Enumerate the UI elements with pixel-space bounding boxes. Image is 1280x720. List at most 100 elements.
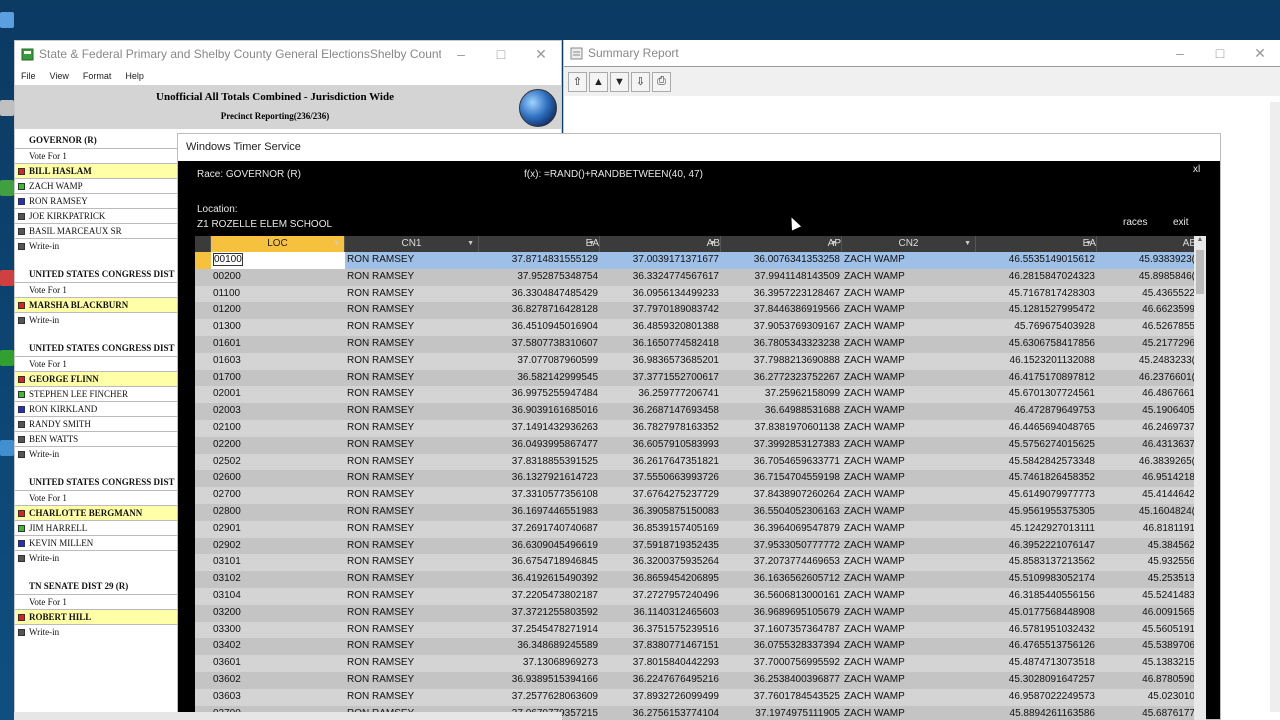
table-cell[interactable]: 37.3721255803592 xyxy=(479,605,600,622)
table-cell[interactable]: 46.4465694048765 xyxy=(976,420,1097,437)
races-link[interactable]: races xyxy=(1123,217,1147,228)
table-cell[interactable]: 37.9533050777772 xyxy=(721,538,842,555)
table-cell[interactable]: 36.1140312465603 xyxy=(600,605,721,622)
table-cell[interactable]: 37.6764275237729 xyxy=(600,487,721,504)
row-gutter[interactable] xyxy=(195,672,211,689)
table-cell[interactable]: 45.932556 xyxy=(1097,554,1197,571)
column-header-ap[interactable]: AP ▼ xyxy=(721,236,842,252)
results-titlebar[interactable]: State & Federal Primary and Shelby Count… xyxy=(15,41,561,67)
table-cell[interactable]: RON RAMSEY xyxy=(345,521,479,538)
table-cell[interactable]: RON RAMSEY xyxy=(345,454,479,471)
table-cell[interactable]: RON RAMSEY xyxy=(345,470,479,487)
table-cell[interactable]: 37.8446386919566 xyxy=(721,302,842,319)
close-xl-button[interactable]: xl xyxy=(1193,164,1200,175)
row-gutter[interactable] xyxy=(195,420,211,437)
first-icon[interactable]: ⇧ xyxy=(568,71,587,92)
table-cell[interactable]: ZACH WAMP xyxy=(842,706,976,720)
table-cell[interactable]: 37.952875348754 xyxy=(479,269,600,286)
table-row[interactable]: 03300 RON RAMSEY 37.2545478271914 36.375157… xyxy=(195,621,1206,639)
grid-scrollbar[interactable]: ▲ xyxy=(1194,236,1206,720)
table-cell[interactable]: RON RAMSEY xyxy=(345,269,479,286)
table-cell[interactable]: 46.2376601( xyxy=(1097,370,1197,387)
table-cell[interactable]: 45.5241483 xyxy=(1097,588,1197,605)
table-cell[interactable]: 02600 xyxy=(211,470,345,487)
table-cell[interactable]: ZACH WAMP xyxy=(842,454,976,471)
table-cell[interactable]: 46.472879649753 xyxy=(976,403,1097,420)
table-cell[interactable]: ZACH WAMP xyxy=(842,302,976,319)
table-cell[interactable]: 37.13068969273 xyxy=(479,655,600,672)
table-cell[interactable]: 37.7970189083742 xyxy=(600,302,721,319)
table-cell[interactable]: 36.0493995867477 xyxy=(479,437,600,454)
table-cell[interactable]: 45.023010 xyxy=(1097,689,1197,706)
row-gutter[interactable] xyxy=(195,588,211,605)
table-cell[interactable]: ZACH WAMP xyxy=(842,269,976,286)
menu-help[interactable]: Help xyxy=(125,71,144,81)
row-gutter[interactable] xyxy=(195,302,211,319)
table-cell[interactable]: 36.6057910583993 xyxy=(600,437,721,454)
column-header-ab[interactable]: AB xyxy=(1097,236,1197,252)
row-gutter[interactable] xyxy=(195,336,211,353)
table-cell[interactable]: 37.5807738310607 xyxy=(479,336,600,353)
table-cell[interactable]: 46.0091565 xyxy=(1097,605,1197,622)
table-cell[interactable]: 45.8985846( xyxy=(1097,269,1197,286)
table-cell[interactable]: 37.8380771467151 xyxy=(600,638,721,655)
row-gutter[interactable] xyxy=(195,403,211,420)
table-cell[interactable]: 36.2538400396877 xyxy=(721,672,842,689)
table-cell[interactable]: RON RAMSEY xyxy=(345,336,479,353)
row-gutter[interactable] xyxy=(195,353,211,370)
table-cell[interactable]: ZACH WAMP xyxy=(842,554,976,571)
table-cell[interactable]: 46.5781951032432 xyxy=(976,622,1097,639)
table-cell[interactable]: 36.9039161685016 xyxy=(479,403,600,420)
table-cell[interactable]: 02800 xyxy=(211,504,345,521)
table-cell[interactable]: 36.3200375935264 xyxy=(600,554,721,571)
table-cell[interactable]: 45.253513 xyxy=(1097,571,1197,588)
table-row[interactable]: 03104 RON RAMSEY 37.2205473802187 37.272795… xyxy=(195,587,1206,605)
table-cell[interactable]: 37.2073774469653 xyxy=(721,554,842,571)
table-row[interactable]: 00100 RON RAMSEY 37.8714831555129 37.003917… xyxy=(195,252,1206,269)
table-row[interactable]: 02800 RON RAMSEY 36.1697446551983 36.390587… xyxy=(195,503,1206,521)
table-row[interactable]: 02100 RON RAMSEY 37.1491432936263 36.782797… xyxy=(195,419,1206,437)
candidate-row[interactable]: BEN WATTS xyxy=(15,431,179,446)
table-cell[interactable]: 45.2483233( xyxy=(1097,353,1197,370)
table-cell[interactable]: 45.6149079977773 xyxy=(976,487,1097,504)
table-cell[interactable]: 00200 xyxy=(211,269,345,286)
table-cell[interactable]: 36.3324774567617 xyxy=(600,269,721,286)
table-cell[interactable]: 37.8381970601138 xyxy=(721,420,842,437)
table-cell[interactable]: ZACH WAMP xyxy=(842,487,976,504)
table-cell[interactable]: 36.3304847485429 xyxy=(479,286,600,303)
table-cell[interactable]: ZACH WAMP xyxy=(842,286,976,303)
table-row[interactable]: 01100 RON RAMSEY 36.3304847485429 36.095613… xyxy=(195,285,1206,303)
column-header-ab[interactable]: AB ▼ xyxy=(600,236,721,252)
maximize-icon[interactable]: □ xyxy=(481,46,521,63)
next-icon[interactable]: ▼ xyxy=(610,71,629,92)
table-cell[interactable]: 36.3905875150083 xyxy=(600,504,721,521)
last-icon[interactable]: ⇩ xyxy=(631,71,650,92)
table-cell[interactable]: 46.3839265( xyxy=(1097,454,1197,471)
table-cell[interactable]: 37.8714831555129 xyxy=(479,252,600,269)
row-gutter[interactable] xyxy=(195,689,211,706)
table-cell[interactable]: ZACH WAMP xyxy=(842,588,976,605)
column-header-loc[interactable]: LOC ▼ xyxy=(211,236,345,252)
table-cell[interactable]: 46.4313637 xyxy=(1097,437,1197,454)
candidate-row[interactable]: Write-in xyxy=(15,624,179,639)
table-cell[interactable]: 45.5389706 xyxy=(1097,638,1197,655)
table-cell[interactable]: 36.6309045496619 xyxy=(479,538,600,555)
desktop-icon[interactable] xyxy=(0,270,14,286)
table-cell[interactable]: 37.2205473802187 xyxy=(479,588,600,605)
table-row[interactable]: 02502 RON RAMSEY 37.8318855391525 36.261764… xyxy=(195,453,1206,471)
previous-icon[interactable]: ▲ xyxy=(589,71,608,92)
table-cell[interactable]: 45.5842842573348 xyxy=(976,454,1097,471)
table-cell[interactable]: 36.259777206741 xyxy=(600,386,721,403)
table-cell[interactable]: 03601 xyxy=(211,655,345,672)
menu-format[interactable]: Format xyxy=(83,71,112,81)
table-cell[interactable]: 37.9941148143509 xyxy=(721,269,842,286)
row-gutter[interactable] xyxy=(195,504,211,521)
table-cell[interactable]: 36.1650774582418 xyxy=(600,336,721,353)
row-gutter[interactable] xyxy=(195,252,211,269)
maximize-icon[interactable]: □ xyxy=(1200,45,1240,62)
table-cell[interactable]: RON RAMSEY xyxy=(345,571,479,588)
table-cell[interactable]: ZACH WAMP xyxy=(842,403,976,420)
column-header-ea[interactable]: EA ▼ xyxy=(976,236,1097,252)
table-cell[interactable]: 01603 xyxy=(211,353,345,370)
column-header-cn2[interactable]: CN2 ▼ xyxy=(842,236,976,252)
